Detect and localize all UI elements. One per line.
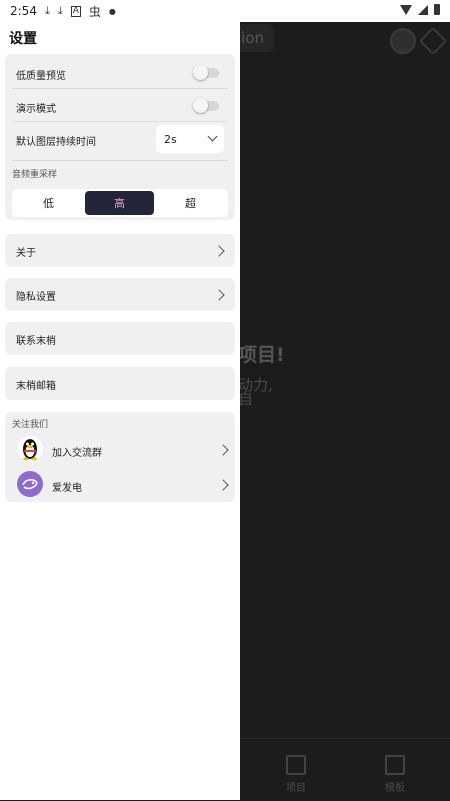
- low-quality-preview-toggle[interactable]: [193, 65, 219, 80]
- qq-penguin-icon: [17, 436, 43, 462]
- low-quality-preview-label: 低质量预览: [16, 71, 66, 82]
- background-pill-text: ion: [241, 29, 264, 47]
- background-tab-templates-label: 模板: [385, 783, 405, 794]
- toggle-knob: [193, 98, 208, 113]
- demo-mode-toggle[interactable]: [193, 98, 219, 113]
- join-group-item[interactable]: 加入交流群: [5, 432, 235, 466]
- audio-resample-high[interactable]: 高: [85, 191, 154, 215]
- audio-resample-low[interactable]: 低: [14, 191, 83, 215]
- audio-resample-label: 音频重采样: [12, 170, 58, 180]
- wifi-icon: [400, 4, 412, 15]
- chevron-down-icon: [207, 131, 218, 142]
- drawer-title: 设置: [9, 31, 37, 47]
- follow-us-card: 关注我们 加入交流群 爱发电: [5, 412, 235, 502]
- project-icon: [286, 755, 306, 775]
- follow-us-title: 关注我们: [12, 420, 49, 430]
- a-icon: A: [70, 5, 81, 17]
- battery-icon: [434, 4, 440, 15]
- mailbox-label: 末梢邮箱: [16, 381, 56, 392]
- background-tab-templates: 模板: [375, 755, 415, 794]
- audio-resample-segmented: 低 高 超: [12, 189, 228, 217]
- default-layer-duration-label: 默认图层持续时间: [16, 137, 96, 148]
- background-line2: 自: [238, 390, 254, 408]
- dot-icon: ●: [108, 6, 116, 16]
- afdian-item[interactable]: 爱发电: [5, 467, 235, 501]
- default-layer-duration-select[interactable]: 2s: [156, 125, 224, 153]
- contact-item[interactable]: 联系末梢: [5, 322, 235, 355]
- about-item[interactable]: 关于: [5, 234, 235, 267]
- default-layer-duration-value: 2s: [164, 132, 177, 146]
- chevron-right-icon: [217, 479, 229, 491]
- privacy-settings-label: 隐私设置: [16, 292, 56, 303]
- about-label: 关于: [16, 248, 36, 259]
- contact-label: 联系末梢: [16, 336, 56, 347]
- download-icon: ⤓: [57, 4, 63, 17]
- theme-icon: [390, 28, 416, 54]
- privacy-settings-item[interactable]: 隐私设置: [5, 278, 235, 311]
- background-tab-projects: 项目: [276, 755, 316, 794]
- settings-drawer: 设置 低质量预览 演示模式 默认图层持续时间 2s 音频重采样 低 高 超 关于…: [0, 22, 240, 800]
- afdian-label: 爱发电: [52, 483, 82, 494]
- divider: [12, 160, 228, 161]
- background-tab-projects-label: 项目: [286, 783, 306, 794]
- afdian-icon: [17, 471, 43, 497]
- chevron-right-icon: [213, 289, 225, 301]
- chevron-right-icon: [217, 444, 229, 456]
- audio-resample-ultra[interactable]: 超: [156, 191, 225, 215]
- background-headline: 项目!: [238, 344, 285, 366]
- demo-mode-label: 演示模式: [16, 104, 56, 115]
- mailbox-item[interactable]: 末梢邮箱: [5, 367, 235, 400]
- status-bar: 2:54 ⤓ ⤓ A 虫 ●: [0, 0, 450, 22]
- settings-card: 低质量预览 演示模式 默认图层持续时间 2s 音频重采样 低 高 超: [5, 54, 235, 220]
- signal-icon: [418, 4, 428, 15]
- bug-icon: 虫: [88, 4, 101, 19]
- divider: [12, 88, 228, 89]
- toggle-knob: [193, 65, 208, 80]
- join-group-label: 加入交流群: [52, 448, 102, 459]
- layers-icon: [418, 26, 448, 56]
- status-right: [400, 4, 440, 15]
- download-icon: ⤓: [44, 4, 50, 17]
- divider: [12, 121, 228, 122]
- template-icon: [385, 755, 405, 775]
- status-time: 2:54: [10, 4, 37, 18]
- chevron-right-icon: [213, 245, 225, 257]
